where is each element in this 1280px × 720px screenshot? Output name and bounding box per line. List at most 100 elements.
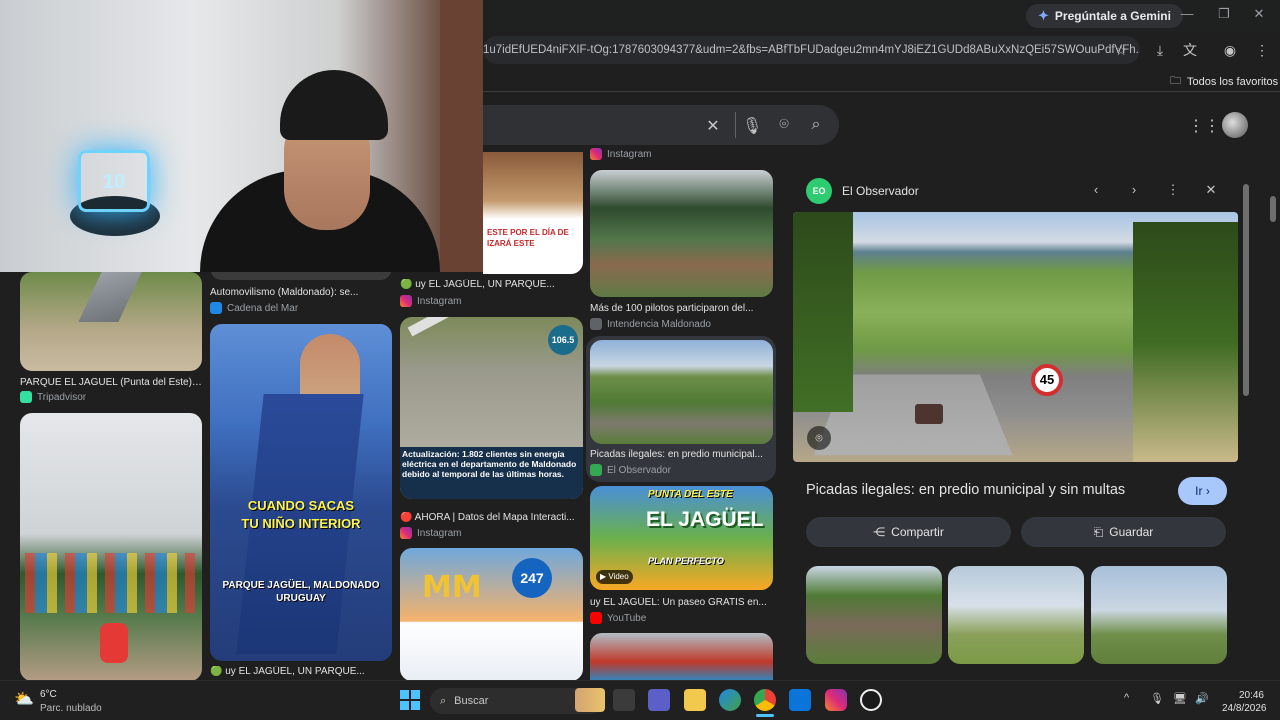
overlay-top: PUNTA DEL ESTE [648, 489, 733, 500]
result-source[interactable]: Tripadvisor [20, 391, 86, 403]
lens-icon[interactable]: ⌾ [774, 116, 794, 134]
ask-gemini-button[interactable]: ✦ Pregúntale a Gemini [1026, 4, 1183, 28]
related-image-3[interactable] [1091, 566, 1227, 664]
network-icon[interactable]: 🖥 [1173, 692, 1187, 705]
share-icon: ⋲ [873, 525, 886, 539]
app-icon[interactable] [860, 689, 882, 711]
restore-icon[interactable]: ❐ [1209, 6, 1239, 26]
webcam-overlay: 10 [0, 0, 483, 272]
overlay-sub: PLAN PERFECTO [648, 556, 724, 566]
result-image-road-storm[interactable]: 106.5 Actualización: 1.802 clientes sin … [400, 317, 583, 499]
mic-tray-icon[interactable]: 🎙 [1150, 692, 1164, 705]
weather-icon: ⛅ [14, 691, 34, 708]
previous-icon[interactable]: ‹ [1086, 182, 1106, 200]
result-image-parade[interactable]: ESTE POR EL DÍA DE IZARÁ ESTE [483, 152, 583, 274]
playground-spring-toy [100, 623, 128, 663]
result-image-playground[interactable] [20, 413, 202, 681]
close-window-icon[interactable]: ✕ [1244, 6, 1274, 26]
result-source[interactable]: El Observador [590, 464, 671, 476]
minimize-icon[interactable]: — [1172, 6, 1202, 26]
tripadvisor-icon [20, 391, 32, 403]
instagram-icon [400, 295, 412, 307]
youtube-icon [590, 612, 602, 624]
result-caption[interactable]: Más de 100 pilotos participaron del... [590, 303, 772, 314]
number-badge: 247 [512, 558, 552, 598]
clock-time: 20:46 [1238, 690, 1264, 701]
mm-logo: MM [422, 570, 482, 605]
all-bookmarks-folder[interactable]: 🗀 Todos los favoritos [1170, 72, 1278, 91]
visit-button[interactable]: Ir › [1178, 477, 1227, 505]
result-image-road-selected[interactable] [590, 340, 773, 444]
result-source[interactable]: Cadena del Mar [210, 302, 298, 314]
task-view-icon[interactable] [613, 689, 635, 711]
result-source[interactable]: Intendencia Maldonado [590, 318, 711, 330]
weather-desc[interactable]: Parc. nublado [40, 703, 102, 714]
result-image-park-slide[interactable] [20, 272, 202, 371]
search-icon[interactable]: ⌕ [806, 116, 826, 134]
lens-search-icon[interactable]: ⌾ [807, 426, 831, 450]
result-source[interactable]: Instagram [400, 527, 461, 539]
start-icon[interactable] [400, 690, 420, 710]
panel-source-name[interactable]: El Observador [842, 184, 919, 198]
result-caption[interactable]: PARQUE EL JAGUEL (Punta del Este) ... [20, 377, 202, 388]
overlay-line-3: PARQUE JAGÜEL, MALDONADO [222, 580, 380, 591]
result-caption[interactable]: Automovilismo (Maldonado): se... [210, 287, 392, 298]
account-avatar[interactable] [1222, 112, 1248, 138]
close-panel-icon[interactable]: ✕ [1201, 182, 1221, 200]
address-bar[interactable]: 1u7idEfUED4niFXIF-tOg:1787603094377&udm=… [483, 36, 1140, 64]
overlay-line-4: URUGUAY [276, 593, 326, 604]
clock[interactable]: 20:46 24/8/2026 [1222, 689, 1267, 715]
chrome-icon[interactable] [754, 689, 776, 711]
overlay-text: ESTE POR EL DÍA DE [487, 228, 569, 237]
bookmark-star-icon[interactable]: ☆ [1111, 40, 1131, 60]
result-image-map-data[interactable]: MM 247 [400, 548, 583, 681]
ask-gemini-label: Pregúntale a Gemini [1054, 9, 1171, 23]
edge-icon[interactable] [719, 689, 741, 711]
bookmarks-bar [483, 68, 1280, 92]
instagram-app-icon[interactable] [825, 689, 847, 711]
related-image-1[interactable] [806, 566, 942, 664]
next-icon[interactable]: › [1124, 182, 1144, 200]
folder-icon: 🗀 [1170, 75, 1181, 87]
result-image-crowd[interactable] [590, 633, 773, 681]
tray-chevron-icon[interactable]: ^ [1124, 692, 1129, 704]
result-source[interactable]: YouTube [590, 612, 646, 624]
result-image-racing[interactable] [590, 170, 773, 297]
volume-icon[interactable]: 🔊 [1195, 692, 1209, 705]
profile-avatar-icon[interactable]: ◉ [1220, 40, 1240, 60]
download-icon[interactable]: ⤓ [1150, 40, 1170, 60]
more-options-icon[interactable]: ⋮ [1163, 182, 1183, 200]
weather-temp[interactable]: 6°C [40, 689, 57, 700]
result-caption[interactable]: 🔴 AHORA | Datos del Mapa Interacti... [400, 512, 582, 523]
translate-icon[interactable]: 文 [1180, 40, 1200, 60]
save-button[interactable]: ⎗ Guardar [1021, 517, 1226, 547]
result-source[interactable]: Instagram [590, 148, 651, 160]
main-preview-image[interactable]: 45 ⌾ [793, 212, 1238, 462]
page-scrollbar-thumb[interactable] [1270, 196, 1276, 222]
result-caption[interactable]: Picadas ilegales: en predio municipal... [590, 449, 772, 460]
menu-kebab-icon[interactable]: ⋮ [1252, 40, 1272, 60]
result-image-slide-man[interactable]: CUANDO SACAS TU NIÑO INTERIOR PARQUE JAG… [210, 324, 392, 661]
microphone-icon[interactable]: 🎙 [742, 116, 762, 136]
panel-scrollbar-thumb[interactable] [1243, 184, 1249, 396]
clear-search-icon[interactable]: ✕ [703, 116, 723, 136]
result-caption[interactable]: 🟢 uy EL JAGÜEL, UN PARQUE... [400, 279, 582, 290]
search-highlight-image [575, 688, 605, 712]
trees-right [1133, 222, 1238, 462]
el-observador-icon [590, 464, 602, 476]
apps-grid-icon[interactable]: ⋮⋮ [1188, 116, 1220, 136]
preview-heading[interactable]: Picadas ilegales: en predio municipal y … [806, 482, 1125, 498]
related-image-2[interactable] [948, 566, 1084, 664]
intendencia-icon [590, 318, 602, 330]
file-explorer-icon[interactable] [684, 689, 706, 711]
result-image-youtube-thumb[interactable]: PUNTA DEL ESTE EL JAGÜEL PLAN PERFECTO ▶… [590, 486, 773, 590]
store-icon[interactable] [789, 689, 811, 711]
share-button[interactable]: ⋲ Compartir [806, 517, 1011, 547]
speed-limit-sign: 45 [1031, 364, 1063, 396]
bookmark-icon: ⎗ [1093, 524, 1104, 539]
result-caption[interactable]: 🟢 uy EL JAGÜEL, UN PARQUE... [210, 666, 392, 677]
result-caption[interactable]: uy EL JAGÜEL: Un paseo GRATIS en... [590, 597, 772, 608]
result-source[interactable]: Instagram [400, 295, 461, 307]
clock-date: 24/8/2026 [1222, 703, 1267, 714]
teams-icon[interactable] [648, 689, 670, 711]
